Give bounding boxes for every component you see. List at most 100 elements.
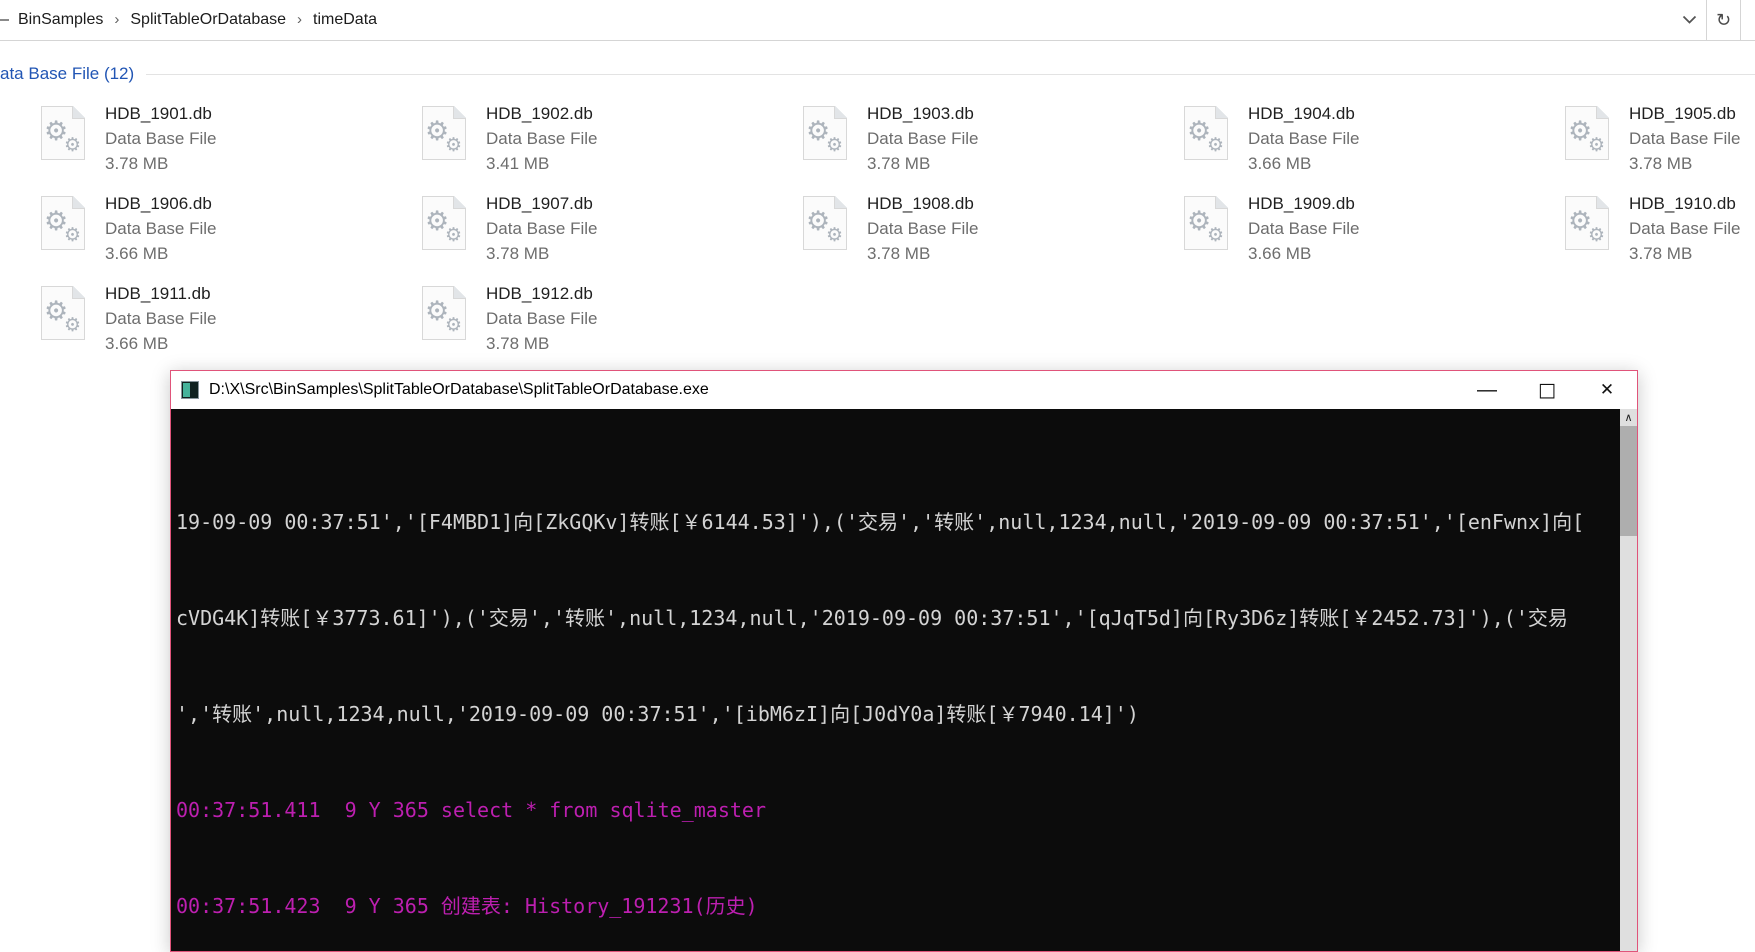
console-output: 19-09-09 00:37:51','[F4MBD1]向[ZkGQKv]转账[… (171, 409, 1620, 951)
file-meta: HDB_1909.db Data Base File 3.66 MB (1248, 191, 1360, 278)
scrollbar-thumb[interactable] (1620, 426, 1637, 536)
database-file-icon: ⚙ ⚙ (1565, 106, 1609, 160)
page-fold-icon (453, 106, 466, 119)
file-size: 3.66 MB (1248, 244, 1312, 263)
file-tile[interactable]: ⚙ ⚙ HDB_1907.db Data Base File 3.78 MB (422, 188, 803, 278)
console-line: ','转账',null,1234,null,'2019-09-09 00:37:… (176, 702, 1139, 726)
file-tile[interactable]: ⚙ ⚙ HDB_1901.db Data Base File 3.78 MB (41, 98, 422, 188)
file-tile[interactable]: ⚙ ⚙ HDB_1911.db Data Base File 3.66 MB (41, 278, 422, 368)
page-fold-icon (834, 106, 847, 119)
refresh-button[interactable]: ↻ (1707, 0, 1740, 40)
file-name: HDB_1906.db (105, 194, 212, 213)
file-size: 3.66 MB (105, 244, 169, 263)
database-file-icon: ⚙ ⚙ (422, 196, 466, 250)
gear-icon: ⚙ (445, 134, 463, 156)
breadcrumb-separator-icon: › (297, 10, 303, 28)
file-tile[interactable]: ⚙ ⚙ HDB_1912.db Data Base File 3.78 MB (422, 278, 803, 368)
file-type: Data Base File (1629, 219, 1741, 238)
file-type: Data Base File (1629, 129, 1741, 148)
console-scrollbar[interactable]: ∧ (1620, 409, 1637, 951)
database-file-icon: ⚙ ⚙ (1184, 106, 1228, 160)
breadcrumb-item-binsamples[interactable]: BinSamples (18, 11, 103, 29)
file-meta: HDB_1904.db Data Base File 3.66 MB (1248, 101, 1360, 188)
file-size: 3.66 MB (1248, 154, 1312, 173)
file-tile[interactable]: ⚙ ⚙ HDB_1902.db Data Base File 3.41 MB (422, 98, 803, 188)
page-fold-icon (72, 106, 85, 119)
file-size: 3.78 MB (1629, 244, 1693, 263)
file-name: HDB_1902.db (486, 104, 593, 123)
gear-icon: ⚙ (64, 134, 82, 156)
gear-icon: ⚙ (1207, 224, 1225, 246)
file-meta: HDB_1901.db Data Base File 3.78 MB (105, 101, 217, 188)
group-header: ata Base File (12) (0, 62, 1755, 86)
file-size: 3.66 MB (105, 334, 169, 353)
file-type: Data Base File (867, 129, 979, 148)
chevron-down-icon (1682, 15, 1697, 24)
gear-icon: ⚙ (826, 224, 844, 246)
file-type: Data Base File (486, 129, 598, 148)
scrollbar-up-arrow-icon[interactable]: ∧ (1620, 409, 1637, 426)
file-size: 3.78 MB (105, 154, 169, 173)
address-bar: BinSamples › SplitTableOrDatabase › time… (0, 0, 1755, 41)
page-fold-icon (834, 196, 847, 209)
breadcrumb-separator-icon: › (114, 10, 120, 28)
file-tile[interactable]: ⚙ ⚙ HDB_1905.db Data Base File 3.78 MB (1565, 98, 1755, 188)
minimize-button[interactable]: — (1457, 371, 1517, 409)
file-tile[interactable]: ⚙ ⚙ HDB_1910.db Data Base File 3.78 MB (1565, 188, 1755, 278)
file-type: Data Base File (1248, 219, 1360, 238)
console-line: 19-09-09 00:37:51','[F4MBD1]向[ZkGQKv]转账[… (176, 510, 1585, 534)
gear-icon: ⚙ (445, 224, 463, 246)
address-dropdown-button[interactable] (1673, 0, 1706, 40)
file-name: HDB_1907.db (486, 194, 593, 213)
gear-icon: ⚙ (445, 314, 463, 336)
file-size: 3.78 MB (1629, 154, 1693, 173)
group-header-label[interactable]: ata Base File (12) (0, 64, 146, 84)
console-line: 00:37:51.411 9 Y 365 select * from sqlit… (176, 798, 767, 822)
close-button[interactable]: ✕ (1577, 371, 1637, 409)
file-name: HDB_1908.db (867, 194, 974, 213)
file-type: Data Base File (105, 219, 217, 238)
files-grid: ⚙ ⚙ HDB_1901.db Data Base File 3.78 MB ⚙… (0, 98, 1755, 368)
page-fold-icon (453, 196, 466, 209)
breadcrumb-item-splittableordatabase[interactable]: SplitTableOrDatabase (130, 11, 286, 29)
file-size: 3.78 MB (486, 244, 550, 263)
file-tile[interactable]: ⚙ ⚙ HDB_1906.db Data Base File 3.66 MB (41, 188, 422, 278)
console-line: 00:37:51.423 9 Y 365 创建表: History_191231… (176, 894, 758, 918)
file-type: Data Base File (867, 219, 979, 238)
file-meta: HDB_1905.db Data Base File 3.78 MB (1629, 101, 1741, 188)
page-fold-icon (72, 196, 85, 209)
file-tile[interactable]: ⚙ ⚙ HDB_1908.db Data Base File 3.78 MB (803, 188, 1184, 278)
database-file-icon: ⚙ ⚙ (422, 106, 466, 160)
file-type: Data Base File (105, 309, 217, 328)
file-name: HDB_1912.db (486, 284, 593, 303)
database-file-icon: ⚙ ⚙ (803, 106, 847, 160)
breadcrumb-item-timedata[interactable]: timeData (313, 11, 377, 29)
console-title-bar[interactable]: D:\X\Src\BinSamples\SplitTableOrDatabase… (171, 371, 1637, 409)
file-size: 3.78 MB (867, 244, 931, 263)
file-meta: HDB_1907.db Data Base File 3.78 MB (486, 191, 598, 278)
file-name: HDB_1909.db (1248, 194, 1355, 213)
gear-icon: ⚙ (1207, 134, 1225, 156)
file-meta: HDB_1911.db Data Base File 3.66 MB (105, 281, 217, 368)
console-window: D:\X\Src\BinSamples\SplitTableOrDatabase… (170, 370, 1638, 952)
file-name: HDB_1910.db (1629, 194, 1736, 213)
file-name: HDB_1901.db (105, 104, 212, 123)
file-tile[interactable]: ⚙ ⚙ HDB_1904.db Data Base File 3.66 MB (1184, 98, 1565, 188)
file-meta: HDB_1903.db Data Base File 3.78 MB (867, 101, 979, 188)
file-tile[interactable]: ⚙ ⚙ HDB_1903.db Data Base File 3.78 MB (803, 98, 1184, 188)
file-name: HDB_1903.db (867, 104, 974, 123)
file-type: Data Base File (105, 129, 217, 148)
file-tile[interactable]: ⚙ ⚙ HDB_1909.db Data Base File 3.66 MB (1184, 188, 1565, 278)
address-bar-controls: ↻ (1673, 0, 1755, 40)
file-size: 3.78 MB (867, 154, 931, 173)
console-window-title: D:\X\Src\BinSamples\SplitTableOrDatabase… (209, 381, 709, 398)
database-file-icon: ⚙ ⚙ (41, 286, 85, 340)
page-fold-icon (72, 286, 85, 299)
file-type: Data Base File (1248, 129, 1360, 148)
maximize-button[interactable]: □ (1517, 371, 1577, 409)
page-fold-icon (1215, 196, 1228, 209)
refresh-icon: ↻ (1715, 9, 1732, 31)
console-body: 19-09-09 00:37:51','[F4MBD1]向[ZkGQKv]转账[… (171, 409, 1637, 951)
window-controls: — □ ✕ (1457, 371, 1637, 409)
